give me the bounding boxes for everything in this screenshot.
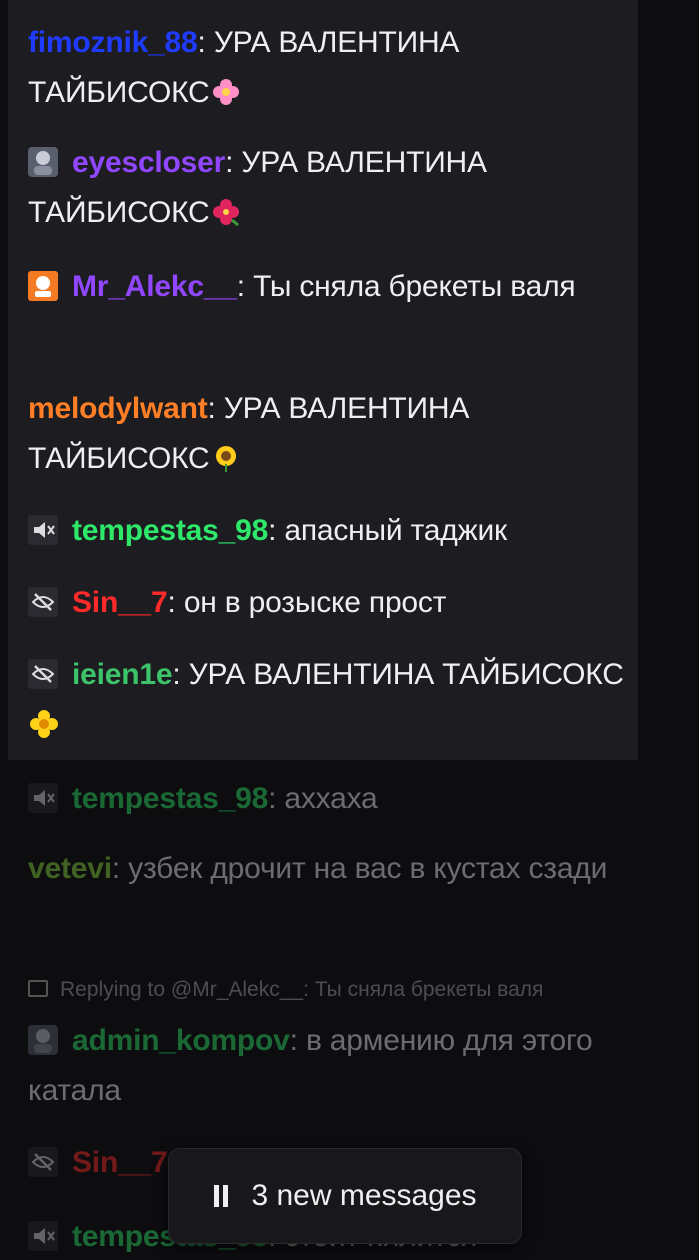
user-avatar-icon[interactable]	[28, 147, 58, 177]
chat-message: vetevi: узбек дрочит на вас в кустах сза…	[28, 844, 648, 894]
blossom-emote-icon[interactable]	[30, 704, 58, 738]
chat-username[interactable]: eyescloser	[72, 146, 225, 179]
colon-separator: :	[197, 26, 214, 59]
colon-separator: :	[268, 782, 285, 815]
chat-username[interactable]: Sin__7	[72, 1146, 168, 1179]
colon-separator: :	[111, 852, 129, 885]
new-messages-button[interactable]: 3 new messages	[168, 1148, 522, 1244]
chat-username[interactable]: fimoznik_88	[28, 26, 198, 59]
colon-separator: :	[167, 586, 184, 619]
chat-username[interactable]: melodylwant	[28, 392, 208, 425]
hidden-icon[interactable]	[28, 1147, 58, 1177]
new-messages-label: 3 new messages	[251, 1179, 477, 1212]
chat-username[interactable]: ieien1e	[72, 658, 173, 691]
chat-message: ieien1e: УРА ВАЛЕНТИНА ТАЙБИСОКС	[28, 650, 648, 750]
muted-icon[interactable]	[28, 515, 58, 545]
chat-message-text: УРА ВАЛЕНТИНА ТАЙБИСОКС	[188, 658, 624, 691]
chat-message: melodylwant: УРА ВАЛЕНТИНА ТАЙБИСОКС	[28, 384, 648, 484]
pause-icon	[213, 1185, 229, 1207]
chat-message: admin_kompov: в армению для этого катала	[28, 1016, 648, 1116]
chat-username[interactable]: Mr_Alekc__	[72, 270, 237, 303]
orange-badge-icon[interactable]	[28, 271, 58, 301]
chat-message: tempestas_98: аххаха	[28, 774, 648, 824]
chat-username[interactable]: vetevi	[28, 852, 112, 885]
flower-emote-icon[interactable]	[212, 72, 240, 105]
chat-username[interactable]: tempestas_98	[72, 514, 268, 547]
chat-message-text: он в розыске прост	[183, 586, 447, 619]
chat-message: Sin__7: он в розыске прост	[28, 578, 648, 628]
chat-message: eyescloser: УРА ВАЛЕНТИНА ТАЙБИСОКС	[28, 138, 648, 238]
muted-icon[interactable]	[28, 783, 58, 813]
reply-text: Replying to @Mr_Alekc__: Ты сняла брекет…	[60, 978, 544, 1001]
chat-message-text: аххаха	[284, 782, 378, 815]
chat-username[interactable]: admin_kompov	[72, 1024, 290, 1057]
muted-icon[interactable]	[28, 1221, 58, 1251]
chat-username[interactable]: tempestas_98	[72, 782, 268, 815]
user-avatar-icon[interactable]	[28, 1025, 58, 1055]
chat-message-text: апасный таджик	[284, 514, 507, 547]
chat-message-text: Ты сняла брекеты валя	[253, 270, 576, 303]
colon-separator: :	[268, 514, 285, 547]
colon-separator: :	[236, 270, 254, 303]
chat-username[interactable]: Sin__7	[72, 586, 168, 619]
hidden-icon[interactable]	[28, 587, 58, 617]
hibiscus-emote-icon[interactable]	[212, 192, 240, 227]
reply-icon	[28, 980, 48, 997]
colon-separator: :	[225, 146, 242, 179]
colon-separator: :	[207, 392, 224, 425]
hidden-icon[interactable]	[28, 659, 58, 689]
chat-message: fimoznik_88: УРА ВАЛЕНТИНА ТАЙБИСОКС	[28, 18, 648, 118]
colon-separator: :	[289, 1024, 306, 1057]
chat-message-text: узбек дрочит на вас в кустах сзади	[128, 852, 608, 885]
reply-context[interactable]: Replying to @Mr_Alekc__: Ты сняла брекет…	[28, 972, 678, 1008]
chat-message: Mr_Alekc__: Ты сняла брекеты валя	[28, 262, 648, 312]
colon-separator: :	[172, 658, 189, 691]
chat-message: tempestas_98: апасный таджик	[28, 506, 648, 556]
sunflower-emote-icon[interactable]	[212, 438, 240, 472]
